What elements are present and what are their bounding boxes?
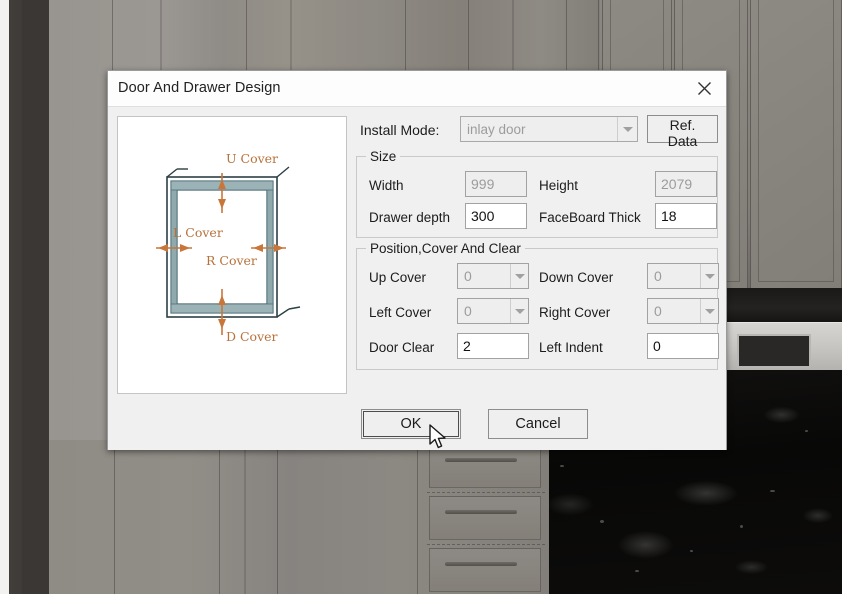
- size-row-2: Drawer depth FaceBoard Thick: [365, 203, 717, 235]
- close-x-icon: [697, 82, 711, 95]
- svg-text:U Cover: U Cover: [226, 151, 278, 166]
- door-clear-label: Door Clear: [369, 340, 435, 355]
- cancel-button[interactable]: Cancel: [488, 409, 588, 439]
- door-and-drawer-design-dialog: Door And Drawer Design U Cover D Cover L…: [107, 70, 727, 450]
- chevron-down-icon: [510, 299, 528, 323]
- cabinet-seam: [277, 440, 278, 594]
- size-row-1: Width Height: [365, 171, 717, 203]
- drawer-depth-input[interactable]: [465, 203, 527, 229]
- cabinet-seam: [417, 440, 418, 594]
- position-row-2: Left Cover 0 Right Cover 0: [365, 298, 719, 333]
- faceboard-thick-input[interactable]: [655, 203, 717, 229]
- install-mode-label: Install Mode:: [360, 122, 440, 138]
- drawer-pull: [445, 458, 517, 462]
- up-cover-label: Up Cover: [369, 270, 427, 285]
- faceboard-thick-label: FaceBoard Thick: [539, 210, 641, 225]
- position-cover-clear-group: Position,Cover And Clear Up Cover 0 Down…: [356, 241, 719, 370]
- left-indent-label: Left Indent: [539, 340, 603, 355]
- lower-cabinet-block: [49, 440, 549, 594]
- close-button[interactable]: [682, 71, 726, 106]
- width-input[interactable]: [465, 171, 527, 197]
- drawer-pull: [445, 510, 517, 514]
- down-cover-label: Down Cover: [539, 270, 614, 285]
- up-cover-value: 0: [464, 268, 472, 284]
- svg-text:D Cover: D Cover: [226, 329, 278, 344]
- svg-text:L Cover: L Cover: [173, 225, 223, 240]
- drawer-divider: [427, 492, 545, 493]
- drawer-front: [429, 548, 541, 592]
- svg-text:R Cover: R Cover: [206, 253, 257, 268]
- position-group-title: Position,Cover And Clear: [366, 241, 525, 256]
- height-input[interactable]: [655, 171, 717, 197]
- size-group-title: Size: [366, 149, 401, 164]
- dialog-body: U Cover D Cover L Cover R Cover Install …: [108, 107, 726, 450]
- left-indent-input[interactable]: [647, 333, 719, 359]
- install-mode-value: inlay door: [467, 121, 526, 137]
- right-cover-spinner[interactable]: 0: [647, 298, 719, 324]
- width-label: Width: [369, 178, 404, 193]
- ref-data-button[interactable]: Ref. Data: [647, 115, 718, 149]
- drawer-front: [429, 444, 541, 488]
- chevron-down-icon: [510, 264, 528, 288]
- left-cover-label: Left Cover: [369, 305, 432, 320]
- left-cover-value: 0: [464, 303, 472, 319]
- appliance-display-panel: [737, 334, 811, 368]
- drawer-front: [429, 496, 541, 540]
- settings-column: Install Mode: inlay door Ref. Data Size …: [356, 115, 719, 380]
- down-cover-value: 0: [654, 268, 662, 284]
- up-cover-spinner[interactable]: 0: [457, 263, 529, 289]
- chevron-down-icon: [700, 299, 718, 323]
- dialog-footer: OK Cancel: [108, 409, 726, 441]
- page-margin: [0, 0, 9, 594]
- cabinet-seam: [244, 440, 246, 594]
- drawer-depth-label: Drawer depth: [369, 210, 451, 225]
- down-cover-spinner[interactable]: 0: [647, 263, 719, 289]
- cabinet-seam: [114, 440, 115, 594]
- door-cover-diagram: U Cover D Cover L Cover R Cover: [156, 151, 301, 344]
- install-mode-dropdown[interactable]: inlay door: [460, 116, 638, 142]
- right-cover-value: 0: [654, 303, 662, 319]
- cover-diagram-preview: U Cover D Cover L Cover R Cover: [117, 116, 347, 394]
- ok-button[interactable]: OK: [361, 409, 461, 439]
- position-row-1: Up Cover 0 Down Cover 0: [365, 263, 719, 298]
- dark-column-left-inner: [22, 0, 50, 594]
- cabinet-door: [750, 0, 842, 290]
- chevron-down-icon: [700, 264, 718, 288]
- door-clear-input[interactable]: [457, 333, 529, 359]
- dialog-title: Door And Drawer Design: [118, 80, 281, 96]
- right-cover-label: Right Cover: [539, 305, 611, 320]
- chevron-down-icon: [617, 117, 637, 141]
- size-group: Size Width Height Drawer depth FaceBoard…: [356, 149, 718, 238]
- dialog-titlebar[interactable]: Door And Drawer Design: [108, 71, 726, 107]
- left-cover-spinner[interactable]: 0: [457, 298, 529, 324]
- install-mode-row: Install Mode: inlay door Ref. Data: [356, 115, 718, 149]
- drawer-pull: [445, 562, 517, 566]
- cabinet-seam: [219, 440, 220, 594]
- height-label: Height: [539, 178, 579, 193]
- drawer-divider: [427, 544, 545, 545]
- position-row-3: Door Clear Left Indent: [365, 333, 719, 365]
